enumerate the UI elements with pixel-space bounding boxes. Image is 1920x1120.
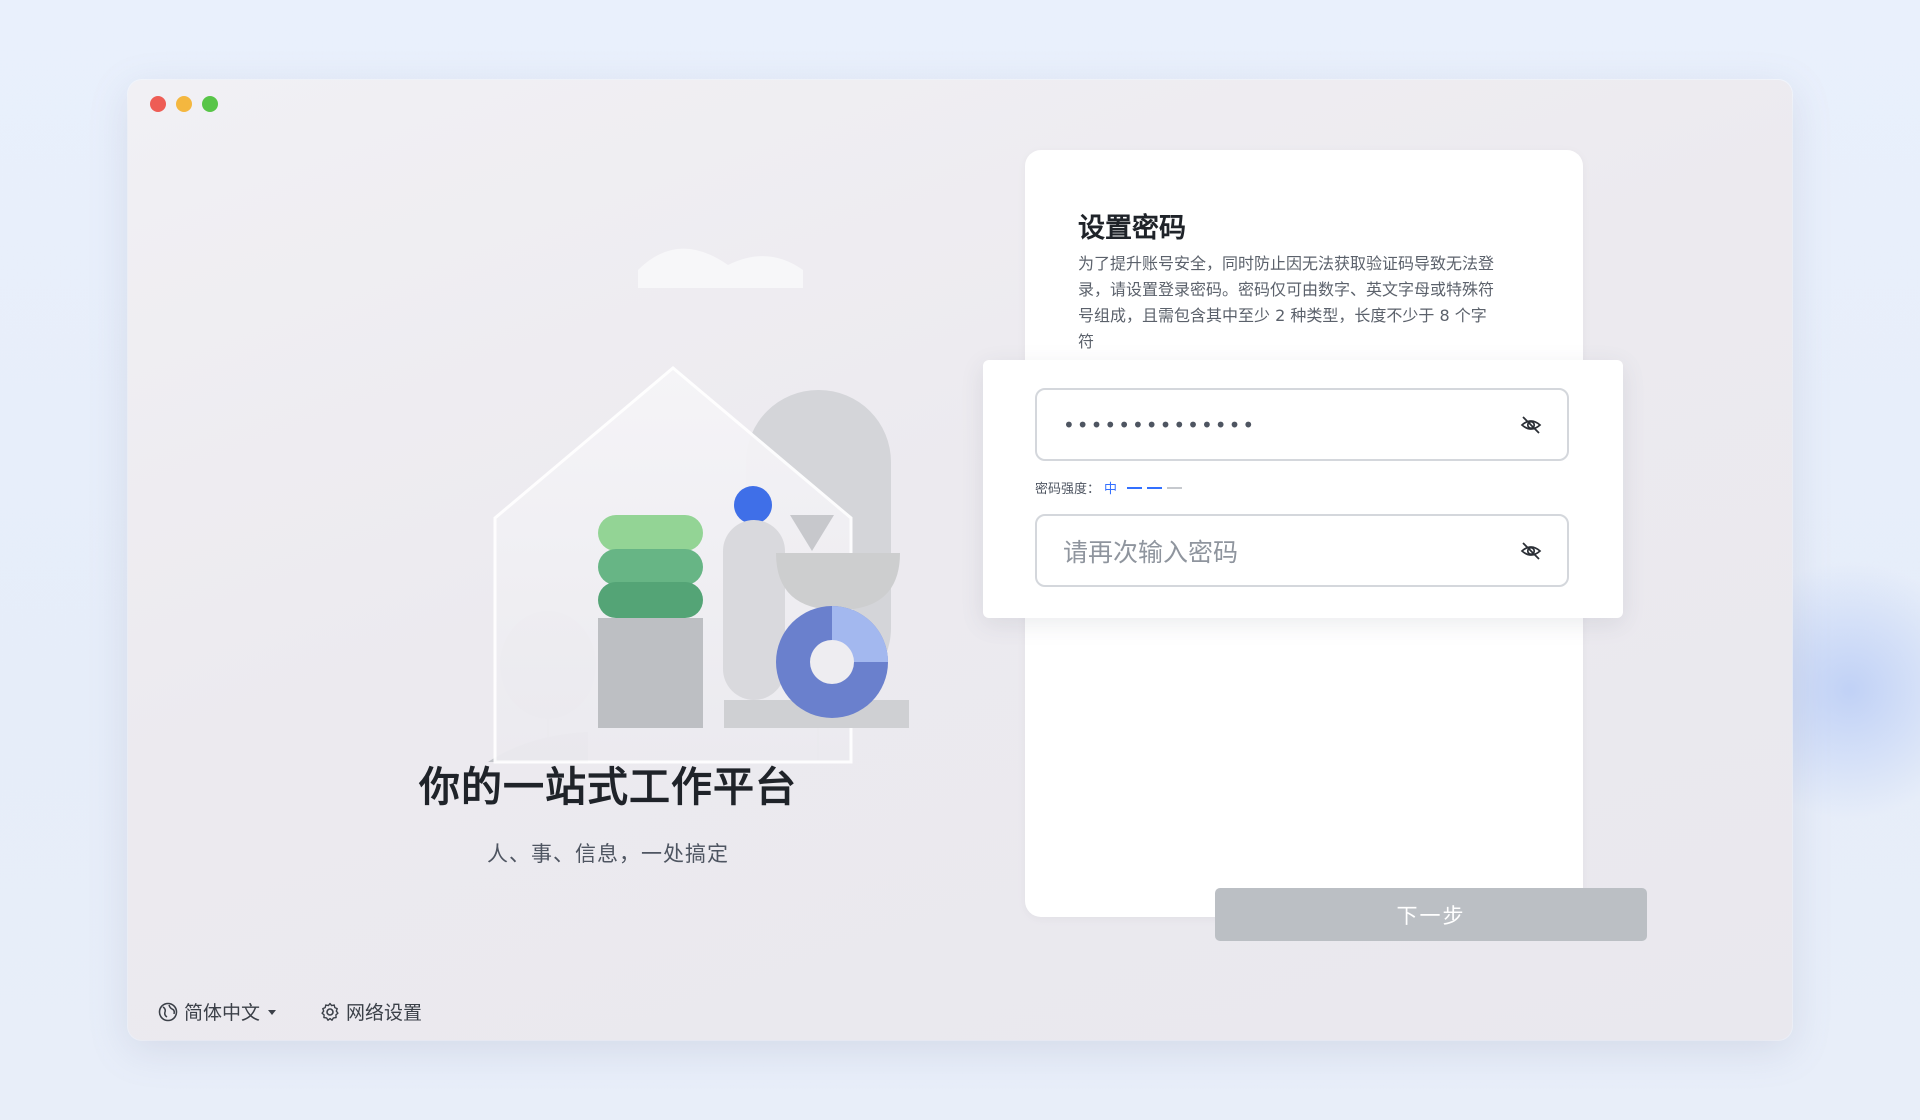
password-field[interactable]: •••••••••••••• <box>1035 388 1569 461</box>
network-settings-link[interactable]: 网络设置 <box>320 998 422 1025</box>
strength-level: 中 <box>1104 482 1118 497</box>
language-label: 简体中文 <box>184 1002 261 1024</box>
password-value: •••••••••••••• <box>1063 412 1257 437</box>
globe-icon <box>158 1002 178 1022</box>
card-description: 为了提升账号安全，同时防止因无法获取验证码导致无法登录，请设置登录密码。密码仅可… <box>1078 254 1495 351</box>
maximize-window-button[interactable] <box>202 96 218 112</box>
close-window-button[interactable] <box>150 96 166 112</box>
minimize-window-button[interactable] <box>176 96 192 112</box>
app-window: 你的一站式工作平台 人、事、信息，一处搞定 简体中文 网络设置 设置密码 为了提… <box>128 80 1792 1040</box>
caret-down-icon <box>266 1006 278 1018</box>
confirm-password-field[interactable]: 请再次输入密码 <box>1035 514 1569 587</box>
password-input-panel: •••••••••••••• 密码强度： 中 请再次输入密码 <box>983 360 1623 618</box>
footer-bar: 简体中文 网络设置 <box>158 998 422 1025</box>
hero-slogan: 你的一站式工作平台 <box>419 763 797 811</box>
card-title: 设置密码 <box>1078 213 1186 244</box>
confirm-password-placeholder: 请再次输入密码 <box>1063 537 1239 567</box>
strength-bar <box>1127 486 1143 489</box>
password-strength: 密码强度： 中 <box>1035 478 1183 497</box>
network-settings-label: 网络设置 <box>346 1002 423 1024</box>
hero-sub-slogan: 人、事、信息，一处搞定 <box>487 842 729 866</box>
language-selector[interactable]: 简体中文 <box>158 998 278 1025</box>
next-step-button[interactable]: 下一步 <box>1215 888 1647 941</box>
eye-off-icon[interactable] <box>1519 539 1543 563</box>
hero-illustration <box>488 248 909 764</box>
eye-off-icon[interactable] <box>1519 413 1543 437</box>
strength-label: 密码强度： <box>1035 482 1101 497</box>
window-controls <box>150 96 218 112</box>
gear-icon <box>320 1002 340 1022</box>
strength-bar <box>1147 486 1163 489</box>
strength-bar <box>1167 486 1183 489</box>
